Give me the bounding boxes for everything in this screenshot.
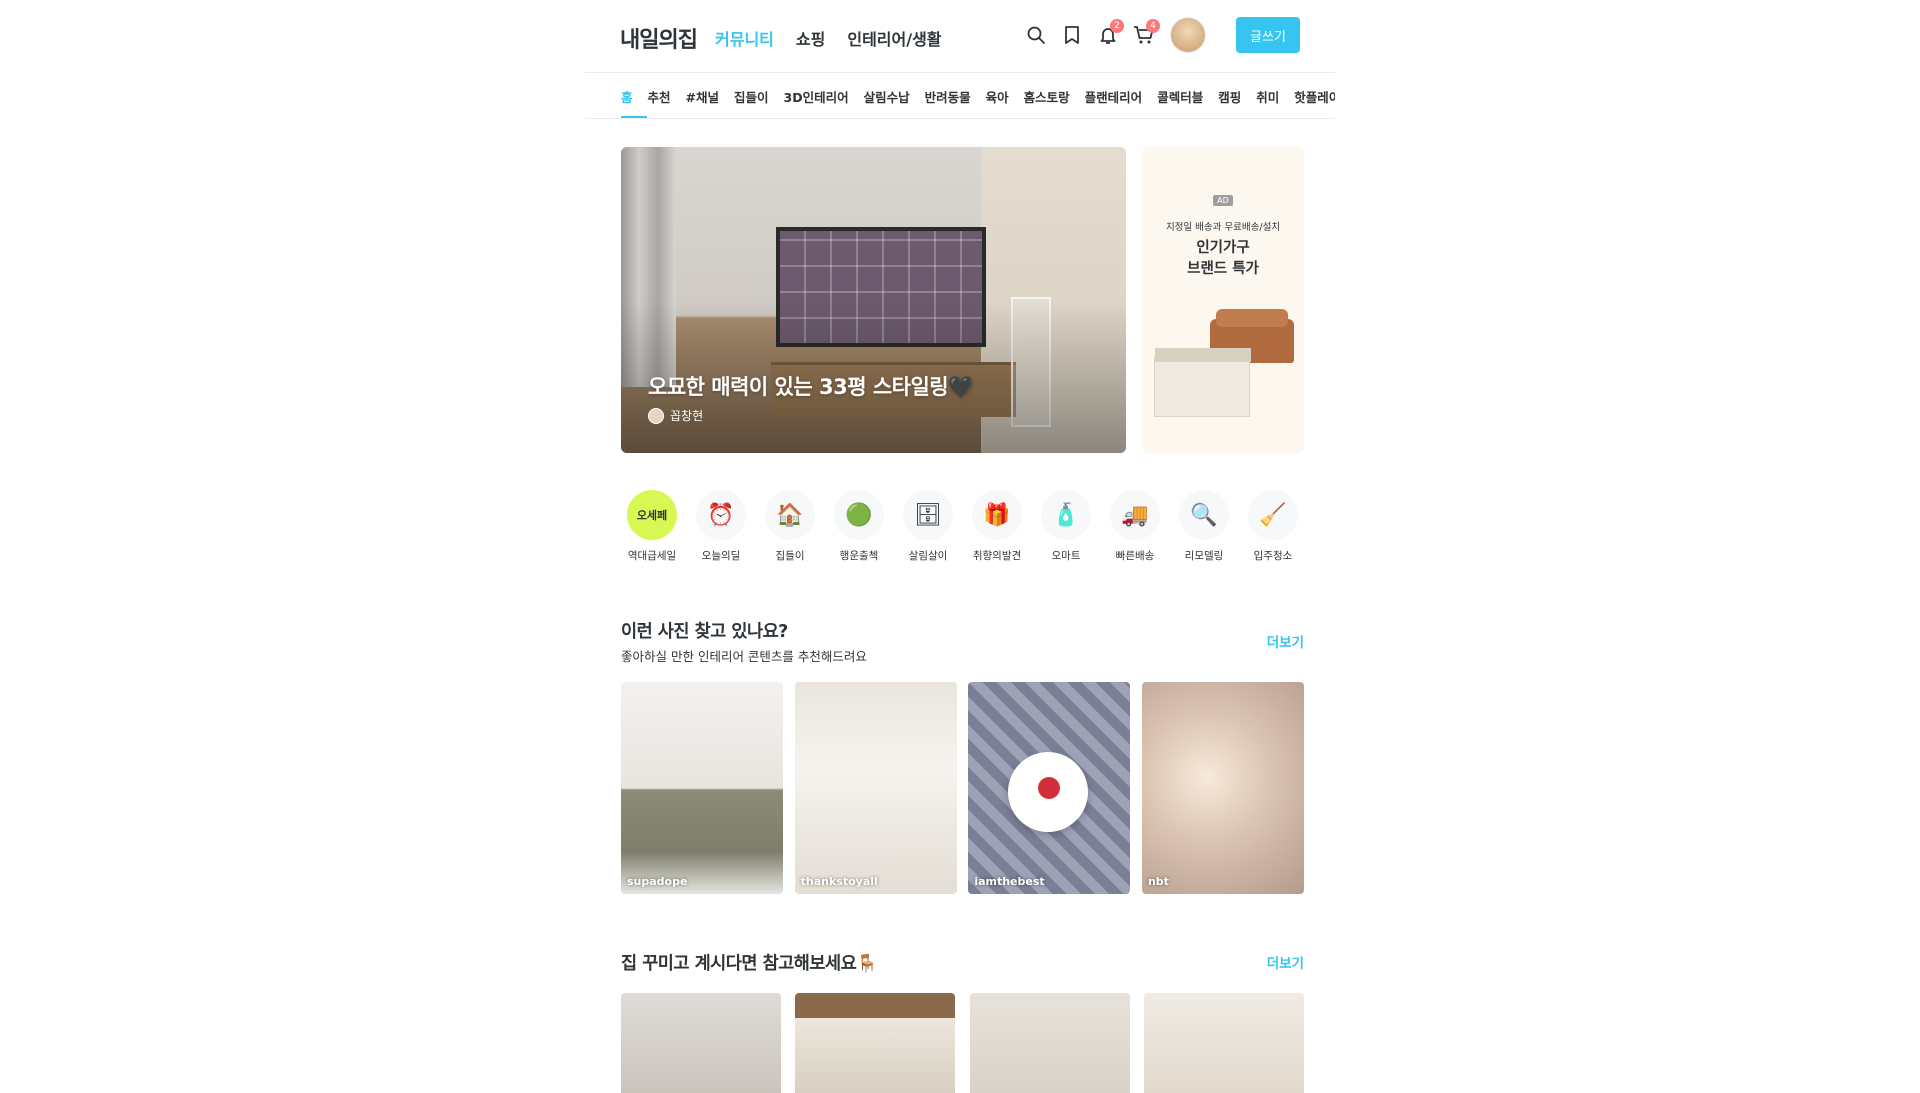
hero-title: 오묘한 매력이 있는 33평 스타일링🖤: [648, 375, 974, 399]
nav-community[interactable]: 커뮤니티: [715, 26, 774, 50]
remodel-search-icon: 🔍: [1179, 490, 1229, 540]
category-shortcuts: 오세페 역대급세일 ⏰ 오늘의딜 🏠 집들이 🟢 행운출첵 🗄 살림살이 🎁 취향의발견 🧴…: [621, 490, 1304, 563]
section-decor-more-link[interactable]: 더보기: [1267, 952, 1304, 972]
avatar[interactable]: [1170, 17, 1206, 53]
decor-card[interactable]: [795, 993, 956, 1093]
section-photo-more-link[interactable]: 더보기: [1267, 631, 1304, 651]
photo-grid: supadope thankstoyall iamthebest nbt: [621, 682, 1304, 894]
subnav-hotplace[interactable]: 핫플레이: [1294, 87, 1335, 106]
decor-card[interactable]: [1143, 993, 1304, 1093]
header: 내일의집 커뮤니티 쇼핑 인테리어/생활 2 4 글쓰기: [585, 0, 1335, 73]
photo-username: thankstoyall: [800, 875, 878, 888]
sale-badge-icon: 오세페: [627, 490, 677, 540]
subnav-home[interactable]: 홈: [621, 87, 633, 106]
subnav-camping[interactable]: 캠핑: [1218, 87, 1241, 106]
notification-badge: 2: [1110, 19, 1124, 33]
nav-shopping[interactable]: 쇼핑: [796, 26, 825, 50]
category-lucky-checkin[interactable]: 🟢 행운출첵: [828, 490, 890, 563]
photo-card[interactable]: iamthebest: [968, 682, 1131, 894]
ad-bed-image: [1154, 348, 1251, 417]
category-fast-delivery[interactable]: 🚚 빠른배송: [1104, 490, 1166, 563]
subnav-planterior[interactable]: 플랜테리어: [1085, 87, 1143, 106]
bottle-icon: 🧴: [1041, 490, 1091, 540]
nav-interior-life[interactable]: 인테리어/생활: [847, 26, 941, 50]
header-tools: 2 4 글쓰기: [1018, 17, 1335, 53]
category-todays-deal[interactable]: ⏰ 오늘의딜: [690, 490, 752, 563]
decor-card[interactable]: [969, 993, 1130, 1093]
green-circle-icon: 🟢: [834, 490, 884, 540]
subnav-home-restaurant[interactable]: 홈스토랑: [1024, 87, 1070, 106]
hero-author: 꼽창현: [648, 407, 703, 424]
category-omart[interactable]: 🧴 오마트: [1035, 490, 1097, 563]
subnav-recommend[interactable]: 추천: [648, 87, 671, 106]
ad-banner[interactable]: AD 지정일 배송과 무료배송/설치 인기가구 브랜드 특가: [1142, 147, 1304, 453]
search-icon[interactable]: [1018, 17, 1054, 53]
photo-card[interactable]: thankstoyall: [794, 682, 957, 894]
drawer-icon: 🗄: [903, 490, 953, 540]
ad-subtext: 지정일 배송과 무료배송/설치: [1165, 222, 1281, 233]
section-photo-subtitle: 좋아하실 만한 인테리어 콘텐츠를 추천해드려요: [621, 649, 867, 664]
house-search-icon: 🏠: [765, 490, 815, 540]
subnav-hobby[interactable]: 취미: [1256, 87, 1279, 106]
ad-headline: 인기가구 브랜드 특가: [1142, 238, 1304, 280]
category-move-in-cleaning[interactable]: 🧹 입주청소: [1242, 490, 1304, 563]
sub-nav: 홈 추천 #채널 집들이 3D인테리어 살림수납 반려동물 육아 홈스토랑 플랜…: [585, 73, 1335, 119]
category-remodeling[interactable]: 🔍 리모델링: [1173, 490, 1235, 563]
photo-username: supadope: [627, 875, 688, 888]
hero-author-name: 꼽창현: [670, 409, 704, 423]
category-taste-discovery[interactable]: 🎁 취향의발견: [966, 490, 1028, 563]
alarm-clock-icon: ⏰: [696, 490, 746, 540]
page: 내일의집 커뮤니티 쇼핑 인테리어/생활 2 4 글쓰기 홈 추천 #채널 집들…: [0, 0, 1920, 1093]
cart-badge: 4: [1146, 19, 1160, 33]
subnav-active-indicator: [621, 116, 647, 118]
subnav-parenting[interactable]: 육아: [986, 87, 1009, 106]
gift-icon: 🎁: [972, 490, 1022, 540]
hero-banner[interactable]: 오묘한 매력이 있는 33평 스타일링🖤 꼽창현: [621, 147, 1126, 453]
write-button[interactable]: 글쓰기: [1236, 17, 1300, 53]
section-photo-title: 이런 사진 찾고 있나요?: [621, 622, 788, 642]
subnav-channel[interactable]: #채널: [686, 87, 719, 106]
decor-card[interactable]: [621, 993, 781, 1093]
decor-grid: [621, 993, 1304, 1093]
category-housewarming[interactable]: 🏠 집들이: [759, 490, 821, 563]
photo-username: nbt: [1147, 875, 1169, 888]
broom-icon: 🧹: [1248, 490, 1298, 540]
subnav-housewarming[interactable]: 집들이: [734, 87, 769, 106]
main-nav: 커뮤니티 쇼핑 인테리어/생활: [715, 26, 942, 50]
notification-bell-icon[interactable]: 2: [1090, 17, 1126, 53]
section-decor-title: 집 꾸미고 계시다면 참고해보세요🪑: [621, 954, 878, 974]
subnav-storage[interactable]: 살림수납: [864, 87, 910, 106]
ad-tag: AD: [1213, 195, 1233, 206]
subnav-pets[interactable]: 반려동물: [925, 87, 971, 106]
category-sale[interactable]: 오세페 역대급세일: [621, 490, 683, 563]
hero-author-avatar: [648, 407, 664, 424]
bookmark-icon[interactable]: [1054, 17, 1090, 53]
photo-card[interactable]: nbt: [1141, 682, 1304, 894]
subnav-3d-interior[interactable]: 3D인테리어: [784, 87, 849, 106]
sub-nav-items: 홈 추천 #채널 집들이 3D인테리어 살림수납 반려동물 육아 홈스토랑 플랜…: [621, 87, 1335, 106]
truck-icon: 🚚: [1110, 490, 1160, 540]
logo[interactable]: 내일의집: [620, 22, 698, 54]
cart-icon[interactable]: 4: [1126, 17, 1162, 53]
ad-headline-line1: 인기가구: [1196, 240, 1250, 256]
subnav-collectible[interactable]: 콜렉터블: [1157, 87, 1203, 106]
ad-headline-line2: 브랜드 특가: [1187, 261, 1259, 277]
photo-username: iamthebest: [974, 875, 1045, 888]
photo-card[interactable]: supadope: [621, 682, 783, 894]
category-household[interactable]: 🗄 살림살이: [897, 490, 959, 563]
